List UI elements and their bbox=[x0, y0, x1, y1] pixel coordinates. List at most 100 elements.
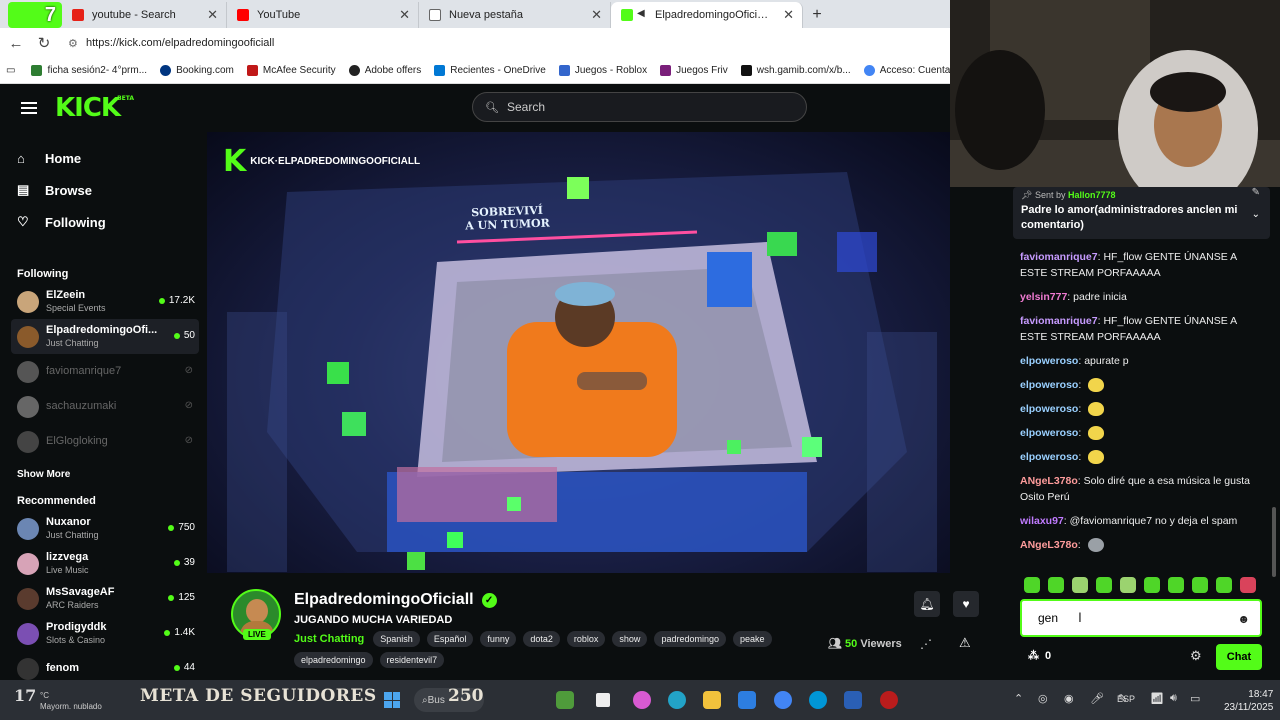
store-icon[interactable] bbox=[738, 691, 756, 709]
bookmark-item[interactable]: Juegos Friv bbox=[660, 65, 728, 76]
chat-username[interactable]: elpoweroso bbox=[1020, 403, 1078, 415]
following-channel[interactable]: ElGlogloking ⊘ bbox=[3, 424, 207, 459]
chat-username[interactable]: elpoweroso bbox=[1020, 451, 1078, 463]
chat-username[interactable]: faviomanrique7 bbox=[1020, 251, 1098, 263]
volume-icon[interactable]: 🔊︎ bbox=[1170, 692, 1177, 705]
nav-home[interactable]: ⌂ Home bbox=[3, 142, 207, 174]
emote-icon[interactable] bbox=[1168, 577, 1184, 593]
game-app-icon[interactable] bbox=[556, 691, 574, 709]
speaker-icon[interactable]: ◀ bbox=[637, 8, 649, 20]
chat-username[interactable]: ANgeL378o bbox=[1020, 475, 1078, 487]
close-icon[interactable]: ✕ bbox=[783, 7, 794, 23]
category-link[interactable]: Just Chatting bbox=[294, 633, 364, 645]
chat-username[interactable]: elpoweroso bbox=[1020, 427, 1078, 439]
emote-icon[interactable] bbox=[1144, 577, 1160, 593]
hp-app-icon[interactable] bbox=[809, 691, 827, 709]
reload-icon[interactable]: ↻ bbox=[30, 29, 58, 57]
tag[interactable]: show bbox=[612, 631, 648, 647]
emote-icon[interactable] bbox=[1240, 577, 1256, 593]
chat-username[interactable]: elpoweroso bbox=[1020, 379, 1078, 391]
emote-icon[interactable] bbox=[1216, 577, 1232, 593]
close-icon[interactable]: ✕ bbox=[591, 7, 602, 23]
tag[interactable]: Español bbox=[426, 631, 474, 647]
chrome-browser-icon[interactable] bbox=[774, 691, 792, 709]
tab-youtube-search[interactable]: youtube - Search ✕ bbox=[62, 2, 227, 28]
new-tab-button[interactable]: + bbox=[803, 2, 831, 28]
edge-browser-icon[interactable] bbox=[668, 691, 686, 709]
emote-icon[interactable] bbox=[1072, 577, 1088, 593]
share-icon[interactable]: ⋰ bbox=[920, 637, 932, 651]
tag[interactable]: elpadredomingo bbox=[294, 652, 373, 668]
tag[interactable]: dota2 bbox=[523, 631, 560, 647]
chat-settings-icon[interactable]: ⚙ bbox=[1190, 648, 1202, 664]
tray-app-icon[interactable]: ◉ bbox=[1064, 692, 1074, 705]
recommended-channel[interactable]: fenom 44 bbox=[3, 651, 207, 680]
url-field[interactable]: ⚙ https://kick.com/elpadredomingooficial… bbox=[68, 31, 950, 55]
follow-heart-button[interactable]: ♥ bbox=[953, 591, 979, 617]
following-channel[interactable]: sachauzumaki ⊘ bbox=[3, 389, 207, 424]
tab-new[interactable]: Nueva pestaña ✕ bbox=[419, 2, 611, 28]
channel-points[interactable]: ⁂ 0 bbox=[1028, 649, 1051, 663]
streamer-name[interactable]: ElpadredomingoOficiall ✓ bbox=[294, 591, 497, 609]
emoji-picker-icon[interactable]: ☻ bbox=[1237, 612, 1250, 626]
chat-username[interactable]: yelsin777 bbox=[1020, 291, 1067, 303]
show-more-button[interactable]: Show More bbox=[3, 459, 207, 489]
bookmark-item[interactable]: Recientes - OneDrive bbox=[434, 65, 546, 76]
chat-username[interactable]: ANgeL378o bbox=[1020, 539, 1078, 551]
tag[interactable]: funny bbox=[480, 631, 517, 647]
nav-browse[interactable]: ▤ Browse bbox=[3, 174, 207, 206]
kick-logo[interactable]: KICK BETA bbox=[55, 93, 134, 123]
emote-icon[interactable] bbox=[1120, 577, 1136, 593]
chevron-up-icon[interactable]: ⌃ bbox=[1014, 692, 1023, 705]
wifi-icon[interactable]: 📶︎ bbox=[1150, 692, 1164, 705]
menu-icon[interactable] bbox=[21, 102, 37, 114]
bookmark-item[interactable]: McAfee Security bbox=[246, 65, 336, 76]
notification-bell-button[interactable]: 🔔︎ bbox=[914, 591, 940, 617]
bookmark-item[interactable]: Adobe offers bbox=[348, 65, 421, 76]
emote-icon[interactable] bbox=[1024, 577, 1040, 593]
recommended-channel[interactable]: MsSavageAF ARC Raiders 125 bbox=[3, 581, 207, 616]
video-player[interactable]: K KICK·ELPADREDOMINGOOFICIALL SOBREVIVÍ A … bbox=[207, 132, 950, 573]
emote-icon[interactable] bbox=[1192, 577, 1208, 593]
chat-username[interactable]: wilaxu97 bbox=[1020, 515, 1064, 527]
bookmark-item[interactable]: ficha sesión2- 4°prm... bbox=[31, 65, 147, 76]
tag[interactable]: residentevil7 bbox=[379, 652, 445, 668]
emote-icon[interactable] bbox=[1048, 577, 1064, 593]
outlook-icon[interactable] bbox=[844, 691, 862, 709]
bookmark-item[interactable]: Booking.com bbox=[160, 65, 234, 76]
system-clock[interactable]: 18:47 23/11/2025 bbox=[1224, 688, 1273, 714]
bookmarks-menu-icon[interactable]: ▭ bbox=[6, 65, 15, 76]
chat-username[interactable]: elpoweroso bbox=[1020, 355, 1078, 367]
bookmark-item[interactable]: wsh.gamib.com/x/b... bbox=[740, 65, 851, 76]
copilot-icon[interactable] bbox=[633, 691, 651, 709]
network-app-icon[interactable]: ◎ bbox=[1038, 692, 1048, 705]
tag[interactable]: padredomingo bbox=[654, 631, 726, 647]
bookmark-item[interactable]: Juegos - Roblox bbox=[558, 65, 647, 76]
tab-kick-stream[interactable]: ◀ ElpadredomingoOficiall Stre ✕ bbox=[611, 2, 803, 28]
recommended-channel[interactable]: Nuxanor Just Chatting 750 bbox=[3, 511, 207, 546]
emote-icon[interactable] bbox=[1096, 577, 1112, 593]
close-icon[interactable]: ✕ bbox=[399, 7, 410, 23]
recommended-channel[interactable]: Prodigyddk Slots & Casino 1.4K bbox=[3, 616, 207, 651]
nav-following[interactable]: ♡ Following bbox=[3, 206, 207, 238]
chat-input[interactable]: gen I ☻ bbox=[1020, 599, 1262, 637]
following-channel[interactable]: ElpadredomingoOfi... Just Chatting 50 bbox=[11, 319, 199, 354]
close-icon[interactable]: ✕ bbox=[207, 7, 218, 23]
game-controller-icon[interactable] bbox=[880, 691, 898, 709]
tag[interactable]: Spanish bbox=[373, 631, 420, 647]
chat-username[interactable]: faviomanrique7 bbox=[1020, 315, 1098, 327]
weather-widget[interactable]: 17 °C Mayorm. nublado bbox=[14, 686, 102, 716]
keyboard-language[interactable]: ESP bbox=[1117, 694, 1135, 704]
tag[interactable]: roblox bbox=[566, 631, 606, 647]
edit-icon[interactable]: ✎ bbox=[1252, 187, 1260, 198]
following-channel[interactable]: faviomanrique7 ⊘ bbox=[3, 354, 207, 389]
file-explorer-icon[interactable] bbox=[703, 691, 721, 709]
following-channel[interactable]: ElZeein Special Events 17.2K bbox=[3, 284, 207, 319]
search-input[interactable]: 🔍︎ Search bbox=[472, 92, 807, 122]
tab-youtube[interactable]: YouTube ✕ bbox=[227, 2, 419, 28]
tag[interactable]: peake bbox=[732, 631, 772, 647]
window-app-icon[interactable] bbox=[596, 693, 610, 707]
report-icon[interactable]: ⚠ bbox=[959, 635, 971, 651]
battery-icon[interactable]: ▭ bbox=[1190, 692, 1200, 705]
pinned-message[interactable]: 📌︎ Sent by Hallon7778 Padre lo amor(admi… bbox=[1013, 187, 1270, 239]
